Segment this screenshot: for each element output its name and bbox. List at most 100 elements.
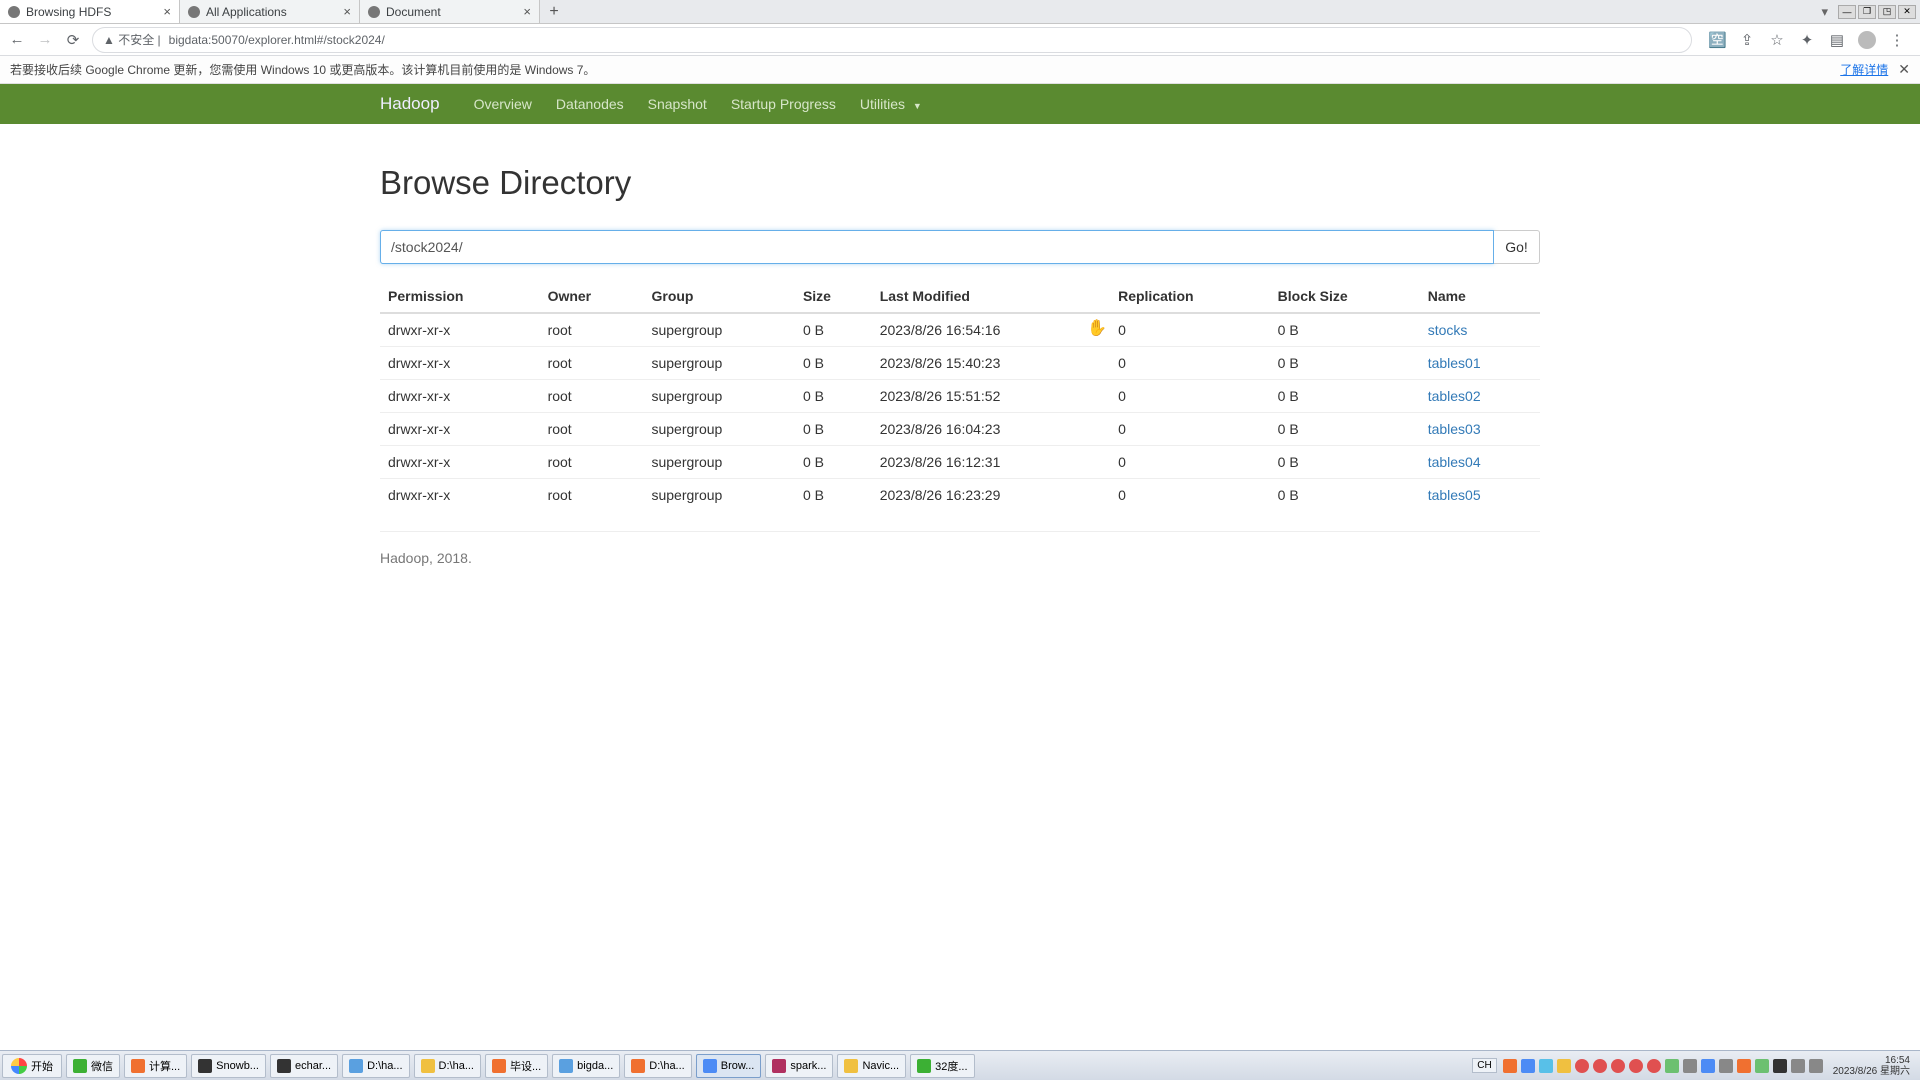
tray-icon[interactable] [1755, 1059, 1769, 1073]
tab-title: All Applications [206, 5, 287, 19]
address-bar[interactable]: ▲ 不安全 | bigdata:50070/explorer.html#/sto… [92, 27, 1692, 53]
taskbar-item-label: Brow... [721, 1060, 755, 1072]
taskbar-item[interactable]: Brow... [696, 1054, 762, 1078]
taskbar-clock[interactable]: 16:54 2023/8/26 星期六 [1827, 1055, 1916, 1077]
tray-icon[interactable] [1647, 1059, 1661, 1073]
taskbar-item[interactable]: 32度... [910, 1054, 974, 1078]
table-row: drwxr-xr-xrootsupergroup0 B2023/8/26 16:… [380, 413, 1540, 446]
taskbar-item[interactable]: bigda... [552, 1054, 620, 1078]
tray-icon[interactable] [1665, 1059, 1679, 1073]
tray-icon[interactable] [1557, 1059, 1571, 1073]
menu-icon[interactable]: ⋮ [1888, 31, 1906, 49]
taskbar-item[interactable]: 计算... [124, 1054, 187, 1078]
language-indicator[interactable]: CH [1472, 1058, 1496, 1073]
tray-icon[interactable] [1791, 1059, 1805, 1073]
hadoop-brand[interactable]: Hadoop [380, 94, 440, 114]
taskbar-item[interactable]: D:\ha... [414, 1054, 481, 1078]
clock-date: 2023/8/26 星期六 [1833, 1066, 1910, 1077]
windows-logo-icon [11, 1058, 27, 1074]
taskbar-item[interactable]: Navic... [837, 1054, 906, 1078]
tray-icon[interactable] [1773, 1059, 1787, 1073]
directory-link[interactable]: tables03 [1428, 421, 1481, 437]
directory-link[interactable]: tables05 [1428, 487, 1481, 503]
start-button[interactable]: 开始 [2, 1054, 62, 1078]
tab-close-icon[interactable]: × [343, 4, 351, 19]
browser-tab[interactable]: Document × [360, 0, 540, 23]
tray-icon[interactable] [1629, 1059, 1643, 1073]
cell-perm: drwxr-xr-x [380, 413, 540, 446]
cell-mod: 2023/8/26 16:23:29 [872, 479, 1110, 512]
taskbar-item-label: D:\ha... [367, 1060, 402, 1072]
nav-datanodes[interactable]: Datanodes [544, 96, 636, 112]
nav-snapshot[interactable]: Snapshot [636, 96, 719, 112]
directory-link[interactable]: stocks [1428, 322, 1468, 338]
nav-startup-progress[interactable]: Startup Progress [719, 96, 848, 112]
forward-icon[interactable]: → [36, 31, 54, 48]
tray-icon[interactable] [1521, 1059, 1535, 1073]
directory-link[interactable]: tables04 [1428, 454, 1481, 470]
infobar-close-icon[interactable]: ✕ [1898, 61, 1910, 78]
tab-close-icon[interactable]: × [163, 4, 171, 19]
taskbar-item[interactable]: D:\ha... [624, 1054, 691, 1078]
cell-owner: root [540, 347, 644, 380]
sidepanel-icon[interactable]: ▤ [1828, 31, 1846, 49]
go-button[interactable]: Go! [1494, 230, 1540, 264]
column-header: Permission [380, 280, 540, 313]
table-row: drwxr-xr-xrootsupergroup0 B2023/8/26 16:… [380, 313, 1540, 347]
infobar-learn-more-link[interactable]: 了解详情 [1840, 61, 1888, 78]
cell-mod: 2023/8/26 15:40:23 [872, 347, 1110, 380]
tray-icon[interactable] [1701, 1059, 1715, 1073]
new-tab-button[interactable]: + [540, 0, 568, 23]
taskbar-item[interactable]: spark... [765, 1054, 833, 1078]
tray-icon[interactable] [1593, 1059, 1607, 1073]
translate-icon[interactable]: 🈳 [1708, 31, 1726, 49]
share-icon[interactable]: ⇪ [1738, 31, 1756, 49]
browser-tab[interactable]: All Applications × [180, 0, 360, 23]
cell-size: 0 B [795, 413, 872, 446]
browser-tab[interactable]: Browsing HDFS× [0, 0, 180, 23]
taskbar-item[interactable]: echar... [270, 1054, 338, 1078]
cell-group: supergroup [643, 413, 794, 446]
taskbar-item-label: bigda... [577, 1060, 613, 1072]
tray-icon[interactable] [1809, 1059, 1823, 1073]
column-header: Replication [1110, 280, 1270, 313]
tray-icon[interactable] [1503, 1059, 1517, 1073]
back-icon[interactable]: ← [8, 31, 26, 48]
nav-overview[interactable]: Overview [462, 96, 544, 112]
update-infobar: 若要接收后续 Google Chrome 更新，您需使用 Windows 10 … [0, 56, 1920, 84]
table-row: drwxr-xr-xrootsupergroup0 B2023/8/26 16:… [380, 479, 1540, 512]
tray-icon[interactable] [1737, 1059, 1751, 1073]
taskbar-item[interactable]: D:\ha... [342, 1054, 409, 1078]
maximize2-button[interactable]: ◳ [1878, 5, 1896, 19]
reload-icon[interactable]: ⟳ [64, 31, 82, 49]
cell-perm: drwxr-xr-x [380, 313, 540, 347]
tray-icon[interactable] [1719, 1059, 1733, 1073]
tray-icon[interactable] [1575, 1059, 1589, 1073]
cell-rep: 0 [1110, 380, 1270, 413]
taskbar-item[interactable]: Snowb... [191, 1054, 266, 1078]
cell-block: 0 B [1270, 380, 1420, 413]
tray-icon[interactable] [1683, 1059, 1697, 1073]
tray-icon[interactable] [1611, 1059, 1625, 1073]
tray-icon[interactable] [1539, 1059, 1553, 1073]
taskbar-item[interactable]: 微信 [66, 1054, 120, 1078]
directory-link[interactable]: tables02 [1428, 388, 1481, 404]
app-icon [492, 1059, 506, 1073]
cell-perm: drwxr-xr-x [380, 479, 540, 512]
taskbar-item-label: Navic... [862, 1060, 899, 1072]
maximize-button[interactable]: ❐ [1858, 5, 1876, 19]
nav-utilities[interactable]: Utilities ▼ [848, 96, 934, 112]
tab-title: Document [386, 5, 441, 19]
minimize-button[interactable]: — [1838, 5, 1856, 19]
taskbar-item[interactable]: 毕设... [485, 1054, 548, 1078]
profile-icon[interactable] [1858, 31, 1876, 49]
tab-close-icon[interactable]: × [523, 4, 531, 19]
directory-link[interactable]: tables01 [1428, 355, 1481, 371]
path-input[interactable] [380, 230, 1494, 264]
cell-size: 0 B [795, 479, 872, 512]
chevron-down-icon[interactable]: ▾ [1821, 4, 1828, 20]
extensions-icon[interactable]: ✦ [1798, 31, 1816, 49]
bookmark-icon[interactable]: ☆ [1768, 31, 1786, 49]
cell-rep: 0 [1110, 313, 1270, 347]
close-window-button[interactable]: ✕ [1898, 5, 1916, 19]
